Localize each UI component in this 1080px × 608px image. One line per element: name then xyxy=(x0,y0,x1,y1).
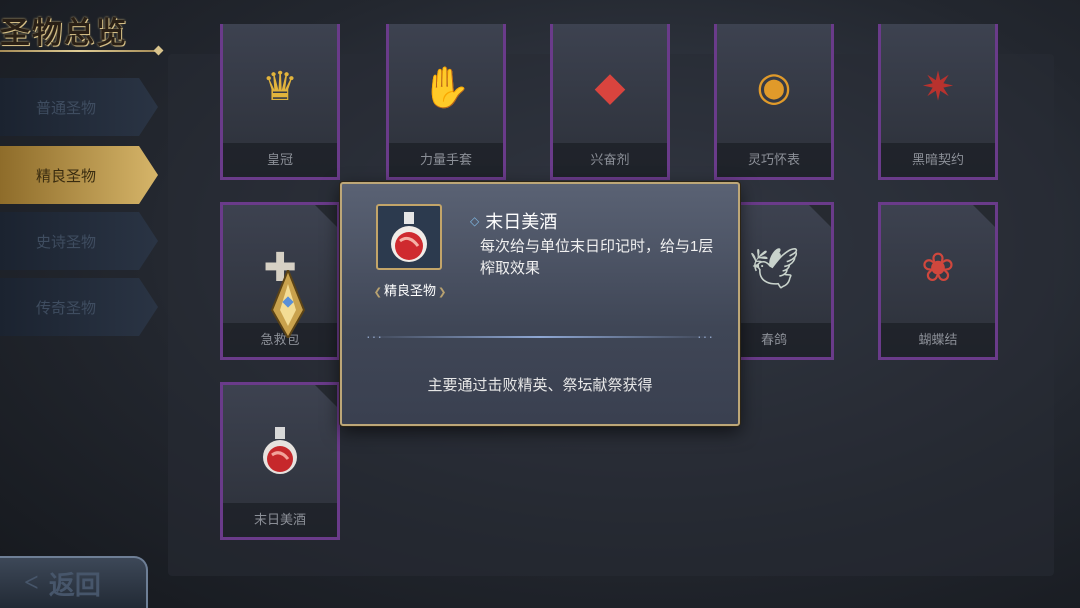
dove-icon: 🕊 xyxy=(748,247,800,291)
tab-common-relics[interactable]: 普通圣物 xyxy=(0,78,158,136)
separator-line xyxy=(366,336,714,338)
page-title: 圣物总览 xyxy=(0,17,128,50)
relic-rarity-label: 精良圣物 xyxy=(370,280,450,299)
bow-icon: ❀ xyxy=(921,246,955,290)
title-underline xyxy=(0,50,158,52)
relic-card-pocket-watch[interactable]: ◉ 灵巧怀表 xyxy=(714,24,834,180)
tab-label: 普通圣物 xyxy=(36,99,97,117)
back-label: 返回 xyxy=(48,570,101,600)
potion-icon xyxy=(391,212,427,262)
separator-dots-right: ··· xyxy=(697,328,714,344)
tab-label: 传奇圣物 xyxy=(36,299,97,317)
relic-detail-popup[interactable]: 精良圣物 ◇ 末日美酒 每次给与单位末日印记时，给与1层榨取效果 ··· ···… xyxy=(340,182,740,426)
card-corner xyxy=(973,205,995,227)
selection-cursor-icon xyxy=(270,270,306,338)
relic-name: 黑暗契约 xyxy=(881,143,995,177)
tab-fine-relics[interactable]: 精良圣物 xyxy=(0,146,158,204)
tab-label: 精良圣物 xyxy=(36,167,97,185)
relic-name: 末日美酒 xyxy=(485,212,558,232)
relic-card-doomsday-wine[interactable]: 末日美酒 xyxy=(220,382,340,540)
tab-label: 史诗圣物 xyxy=(36,233,97,251)
glove-icon: ✋ xyxy=(421,66,471,110)
relic-card-stimulant[interactable]: ◆ 兴奋剂 xyxy=(550,24,670,180)
relic-card-bow[interactable]: ❀ 蝴蝶结 xyxy=(878,202,998,360)
tab-legendary-relics[interactable]: 传奇圣物 xyxy=(0,278,158,336)
relic-name: 兴奋剂 xyxy=(553,143,667,177)
back-arrow-icon: < xyxy=(24,568,39,597)
diamond-icon: ◇ xyxy=(470,214,480,228)
relic-name: 灵巧怀表 xyxy=(717,143,831,177)
card-corner xyxy=(315,385,337,407)
back-button[interactable]: < 返回 xyxy=(0,556,148,608)
relic-source-text: 主要通过击败精英、祭坛献祭获得 xyxy=(427,377,653,394)
card-corner xyxy=(315,205,337,227)
relic-name: 蝴蝶结 xyxy=(881,323,995,357)
relic-card-crown[interactable]: ♛ 皇冠 xyxy=(220,24,340,180)
relic-card-dark-pact[interactable]: ✷ 黑暗契约 xyxy=(878,24,998,180)
stimulant-icon: ◆ xyxy=(594,65,626,109)
potion-icon xyxy=(258,425,302,487)
relic-name: 皇冠 xyxy=(223,143,337,177)
relic-icon-frame xyxy=(376,204,442,270)
tab-epic-relics[interactable]: 史诗圣物 xyxy=(0,212,158,270)
relic-name: 力量手套 xyxy=(389,143,503,177)
relic-description: 每次给与单位末日印记时，给与1层榨取效果 xyxy=(480,238,714,277)
crown-icon: ♛ xyxy=(262,65,298,109)
relic-card-power-glove[interactable]: ✋ 力量手套 xyxy=(386,24,506,180)
relic-title-row: ◇ 末日美酒 xyxy=(470,208,557,234)
pocket-watch-icon: ◉ xyxy=(756,65,792,109)
relic-name: 末日美酒 xyxy=(223,503,337,537)
dark-pact-icon: ✷ xyxy=(921,65,955,109)
card-corner xyxy=(809,205,831,227)
